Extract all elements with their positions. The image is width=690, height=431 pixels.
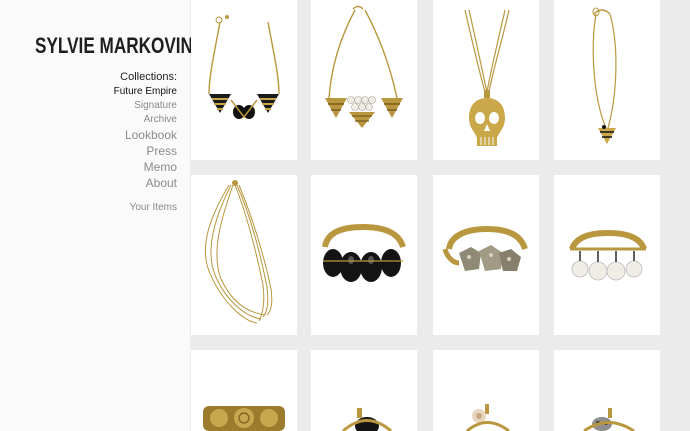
product-tile[interactable] xyxy=(191,0,297,160)
rose-ring-icon xyxy=(466,404,510,431)
collections-heading: Collections: xyxy=(120,71,177,83)
product-tile[interactable] xyxy=(191,350,297,431)
triangle-bib-necklace-black-icon xyxy=(208,15,280,119)
sidebar-background xyxy=(0,0,190,431)
product-tile[interactable] xyxy=(311,175,417,335)
skull-pendant-necklace-icon xyxy=(464,9,510,146)
product-tile[interactable] xyxy=(433,175,539,335)
nav-collection-archive[interactable]: Archive xyxy=(114,113,177,127)
pearl-cuff-icon xyxy=(569,229,647,281)
pyrite-cuff-icon xyxy=(442,225,528,271)
brand-logo[interactable]: SYLVIE MARKOVINA xyxy=(35,33,205,59)
product-tile[interactable] xyxy=(554,350,660,431)
product-tile[interactable] xyxy=(191,175,297,335)
product-tile[interactable] xyxy=(433,0,539,160)
engraved-wide-cuff-icon xyxy=(203,406,285,431)
nav-collection-future-empire[interactable]: Future Empire xyxy=(114,85,177,99)
triangle-bib-necklace-pearl-icon xyxy=(325,5,403,128)
nav-about[interactable]: About xyxy=(114,175,177,191)
nav-collection-signature[interactable]: Signature xyxy=(114,99,177,113)
nav-memo[interactable]: Memo xyxy=(114,159,177,175)
nav-press[interactable]: Press xyxy=(114,143,177,159)
skull-ring-icon xyxy=(583,408,635,431)
product-tile[interactable] xyxy=(554,175,660,335)
product-tile[interactable] xyxy=(433,350,539,431)
nav-lookbook[interactable]: Lookbook xyxy=(114,127,177,143)
bee-pendant-necklace-icon xyxy=(592,7,617,144)
product-tile[interactable] xyxy=(311,0,417,160)
site-nav: Collections: Future Empire Signature Arc… xyxy=(114,70,177,213)
product-tile[interactable] xyxy=(554,0,660,160)
product-tile[interactable] xyxy=(311,350,417,431)
multi-strand-chain-necklace-icon xyxy=(205,180,273,324)
black-stone-cuff-icon xyxy=(322,223,406,282)
nav-your-items[interactable]: Your Items xyxy=(114,202,177,213)
black-stone-ring-icon xyxy=(342,408,392,431)
